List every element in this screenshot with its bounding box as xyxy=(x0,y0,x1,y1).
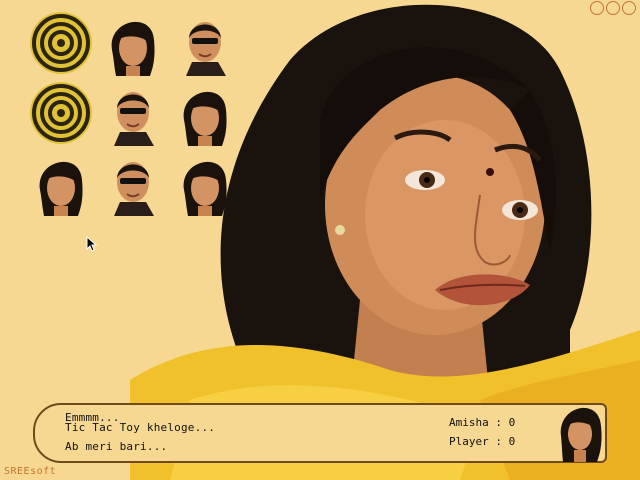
message-panel: Emmmm... Tic Tac Toy kheloge... Ab meri … xyxy=(33,403,607,463)
board-cell-3[interactable] xyxy=(174,10,236,76)
player-token-icon xyxy=(114,162,154,216)
amisha-token-icon xyxy=(39,161,83,216)
player-token-icon xyxy=(186,22,226,76)
target-icon xyxy=(30,82,92,144)
game-screen: Emmmm... Tic Tac Toy kheloge... Ab meri … xyxy=(0,0,640,480)
cursor-icon xyxy=(86,236,98,252)
board-cell-4[interactable] xyxy=(30,80,92,146)
dialog-line-3: Ab meri bari... xyxy=(65,440,168,453)
board-cell-7[interactable] xyxy=(30,150,92,216)
board-cell-9[interactable] xyxy=(174,150,236,216)
game-board xyxy=(30,10,234,216)
board-cell-8[interactable] xyxy=(102,150,164,216)
board-cell-1[interactable] xyxy=(30,10,92,76)
brand-label: SREEsoft xyxy=(4,466,57,477)
amisha-token-icon xyxy=(183,91,227,146)
amisha-avatar xyxy=(560,407,602,462)
player-token-icon xyxy=(114,92,154,146)
amisha-score: Amisha : 0 xyxy=(449,416,516,429)
maximize-button[interactable] xyxy=(606,1,620,15)
amisha-token-icon xyxy=(183,161,227,216)
window-controls xyxy=(590,1,636,15)
player-score: Player : 0 xyxy=(449,435,516,448)
board-cell-6[interactable] xyxy=(174,80,236,146)
board-cell-2[interactable] xyxy=(102,10,164,76)
dialog-line-2: Tic Tac Toy kheloge... xyxy=(65,421,216,434)
close-button[interactable] xyxy=(622,1,636,15)
amisha-token-icon xyxy=(111,22,155,76)
board-cell-5[interactable] xyxy=(102,80,164,146)
minimize-button[interactable] xyxy=(590,1,604,15)
target-icon xyxy=(30,12,92,74)
